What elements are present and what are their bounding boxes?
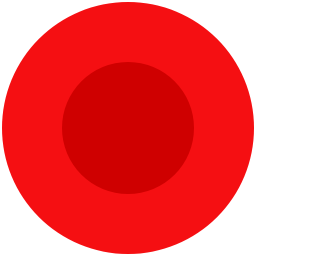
record-icon-canvas (0, 0, 256, 256)
record-inner-dot (62, 62, 194, 194)
record-icon (2, 2, 254, 254)
record-button[interactable] (2, 2, 254, 254)
